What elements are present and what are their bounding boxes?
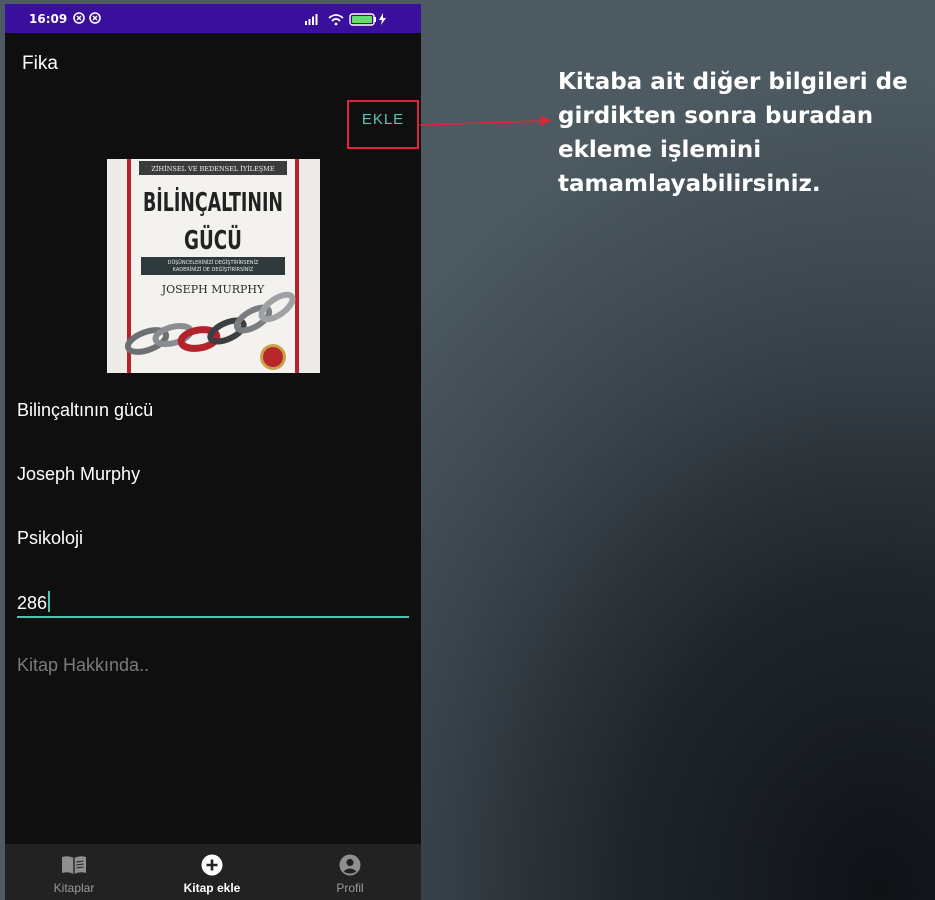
page-count-field[interactable]: 286 — [17, 591, 409, 614]
book-icon — [62, 856, 86, 874]
nav-label-profil: Profil — [336, 881, 364, 895]
annotation-callout: Kitaba ait diğer bilgileri de girdikten … — [558, 69, 908, 197]
about-book-field[interactable]: Kitap Hakkında.. — [17, 655, 409, 676]
nav-item-kitap-ekle[interactable]: Kitap ekle — [143, 844, 281, 900]
cover-author: JOSEPH MURPHY — [161, 283, 265, 296]
page-count-underline — [17, 616, 409, 618]
cover-subtitle-band: ZİHİNSEL VE BEDENSEL İYİLEŞME — [151, 164, 274, 173]
cover-tagline-1: DÜŞÜNCELERİNİZİ DEĞİŞTİRİRSENİZ — [168, 259, 259, 266]
status-indicators-icon — [305, 13, 386, 26]
nav-item-kitaplar[interactable]: Kitaplar — [5, 844, 143, 900]
status-time: 16:09 — [29, 12, 68, 26]
phone-screen: 16:09 Fika EKLE ZİHİNSEL VE BEDENSEL İYİ… — [5, 4, 421, 900]
app-title: Fika — [22, 53, 58, 74]
book-author-field[interactable]: Joseph Murphy — [17, 464, 409, 485]
account-circle-icon — [339, 854, 361, 876]
annotation-arrow-icon — [419, 116, 552, 126]
text-cursor — [48, 591, 51, 612]
add-book-button[interactable]: EKLE — [347, 100, 419, 149]
book-cover-image[interactable]: ZİHİNSEL VE BEDENSEL İYİLEŞME BİLİNÇALTI… — [107, 159, 320, 373]
cover-title-line1: BİLİNÇALTININ — [143, 186, 283, 218]
cover-tagline-2: KADERİNİZİ DE DEĞİŞTİRİRSİNİZ — [173, 266, 254, 273]
page-count-value: 286 — [17, 593, 48, 613]
notification-icon — [89, 12, 101, 24]
status-bar: 16:09 — [5, 4, 421, 33]
nav-label-kitaplar: Kitaplar — [53, 881, 95, 895]
add-book-button-label: EKLE — [361, 111, 405, 128]
notification-icon — [73, 12, 85, 24]
nav-item-profil[interactable]: Profil — [281, 844, 419, 900]
book-category-field[interactable]: Psikoloji — [17, 528, 409, 549]
status-icons — [305, 11, 401, 26]
nav-label-kitap-ekle: Kitap ekle — [183, 881, 241, 895]
bottom-navigation: Kitaplar Kitap ekle Profil — [5, 844, 421, 900]
book-title-field[interactable]: Bilinçaltının gücü — [17, 400, 409, 421]
add-circle-icon — [201, 854, 223, 876]
cover-title-line2: GÜCÜ — [184, 223, 242, 256]
book-cover-illustration: ZİHİNSEL VE BEDENSEL İYİLEŞME BİLİNÇALTI… — [107, 159, 320, 373]
